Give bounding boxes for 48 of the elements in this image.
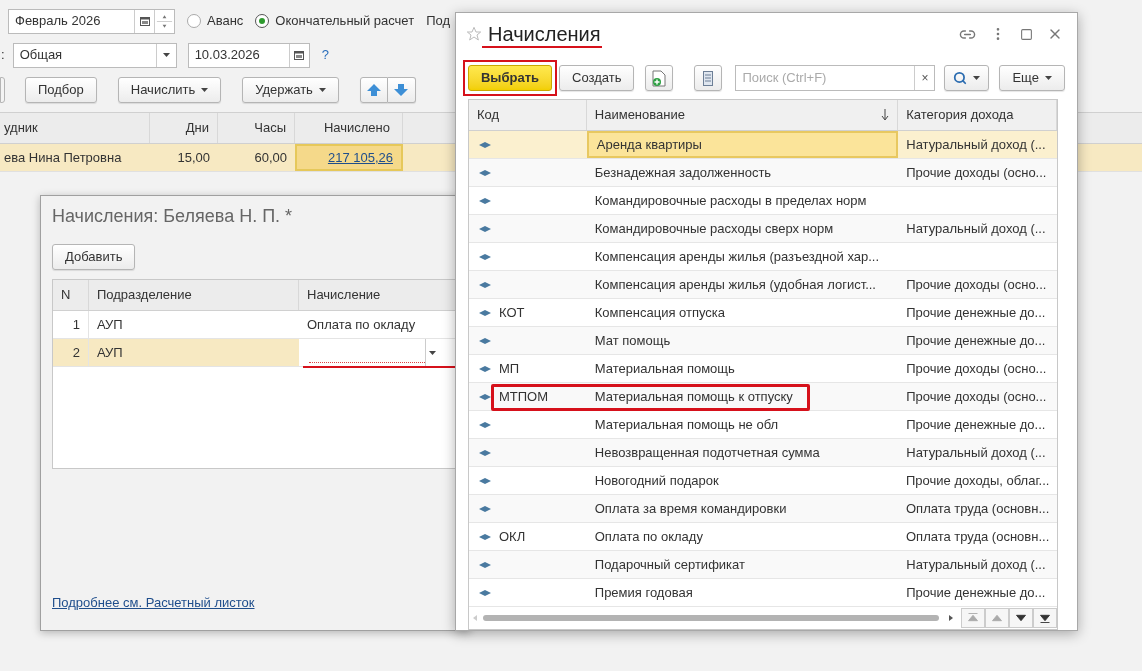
table-cell-text: Командировочные расходы сверх норм	[593, 219, 835, 238]
table-cell-text: Прочие доходы, облаг...	[906, 471, 1050, 490]
table-cell-text: Премия годовая	[593, 583, 694, 602]
table-cell-text: Прочие денежные до...	[906, 303, 1046, 322]
table-cell-text: Прочие доходы (осно...	[906, 387, 1047, 406]
table-cell-text: 15,00	[176, 148, 211, 167]
table-cell-text: Новогодний подарок	[593, 471, 720, 490]
table-cell-text: Натуральный доход (...	[906, 555, 1046, 574]
window-title: Начисления	[488, 23, 601, 45]
field-label: Под	[426, 12, 450, 31]
table-cell-text: АУП	[96, 343, 124, 362]
table-cell: Аренда квартиры	[586, 131, 899, 158]
table-cell-text: ева Нина Петровна	[3, 148, 123, 167]
table-cell-text: МТПОМ	[499, 387, 549, 406]
table-cell-text: Натуральный доход (...	[906, 219, 1046, 238]
table-cell-text: Материальная помощь	[593, 359, 736, 378]
table-cell-text: Прочие доходы (осно...	[906, 359, 1047, 378]
table-cell-text: Невозвращенная подотчетная сумма	[593, 443, 821, 462]
table-cell-text: Компенсация аренды жилья (удобная логист...	[593, 275, 877, 294]
table-cell-text: КОТ	[499, 303, 525, 322]
table-cell-text: Прочие доходы (осно...	[906, 163, 1047, 182]
table-cell-text: Материальная помощь не обл	[593, 415, 780, 434]
table-cell-text: Прочие денежные до...	[906, 583, 1046, 602]
table-cell-text: 60,00	[253, 148, 288, 167]
table-cell-text: Оплата по окладу	[306, 315, 417, 334]
table-cell-text: Натуральный доход (...	[906, 135, 1046, 154]
field-label: :	[1, 46, 5, 65]
table-cell-text: Безнадежная задолженность	[593, 163, 773, 182]
table-cell-text: Оплата по окладу	[593, 527, 704, 546]
table-cell-text: Прочие доходы (осно...	[906, 275, 1047, 294]
table-cell-text: Компенсация аренды жилья (разъездной хар...	[593, 247, 881, 266]
table-cell-text: Оплата за время командировки	[593, 499, 788, 518]
table-cell-text: Натуральный доход (...	[906, 443, 1046, 462]
table-cell: 2	[53, 339, 89, 366]
table-cell-text: Оплата труда (основн...	[906, 527, 1050, 546]
table-cell-text: Подарочный сертификат	[593, 555, 746, 574]
table-cell-text: Прочие денежные до...	[906, 415, 1046, 434]
table-cell-text: Командировочные расходы в пределах норм	[593, 191, 868, 210]
dialog-title: Начисления: Беляева Н. П. *	[52, 205, 294, 228]
table-cell-text: Материальная помощь к отпуску	[593, 387, 794, 406]
table-cell-text: Прочие денежные до...	[906, 331, 1046, 350]
table-cell-text: Оплата труда (основн...	[906, 499, 1050, 518]
table-cell-text: ОКЛ	[499, 527, 526, 546]
table-cell: 1	[53, 311, 89, 338]
table-cell-text: АУП	[96, 315, 124, 334]
table-cell-text: Мат помощь	[593, 331, 672, 350]
table-cell-text: Компенсация отпуска	[593, 303, 727, 322]
table-cell-text: МП	[499, 359, 520, 378]
